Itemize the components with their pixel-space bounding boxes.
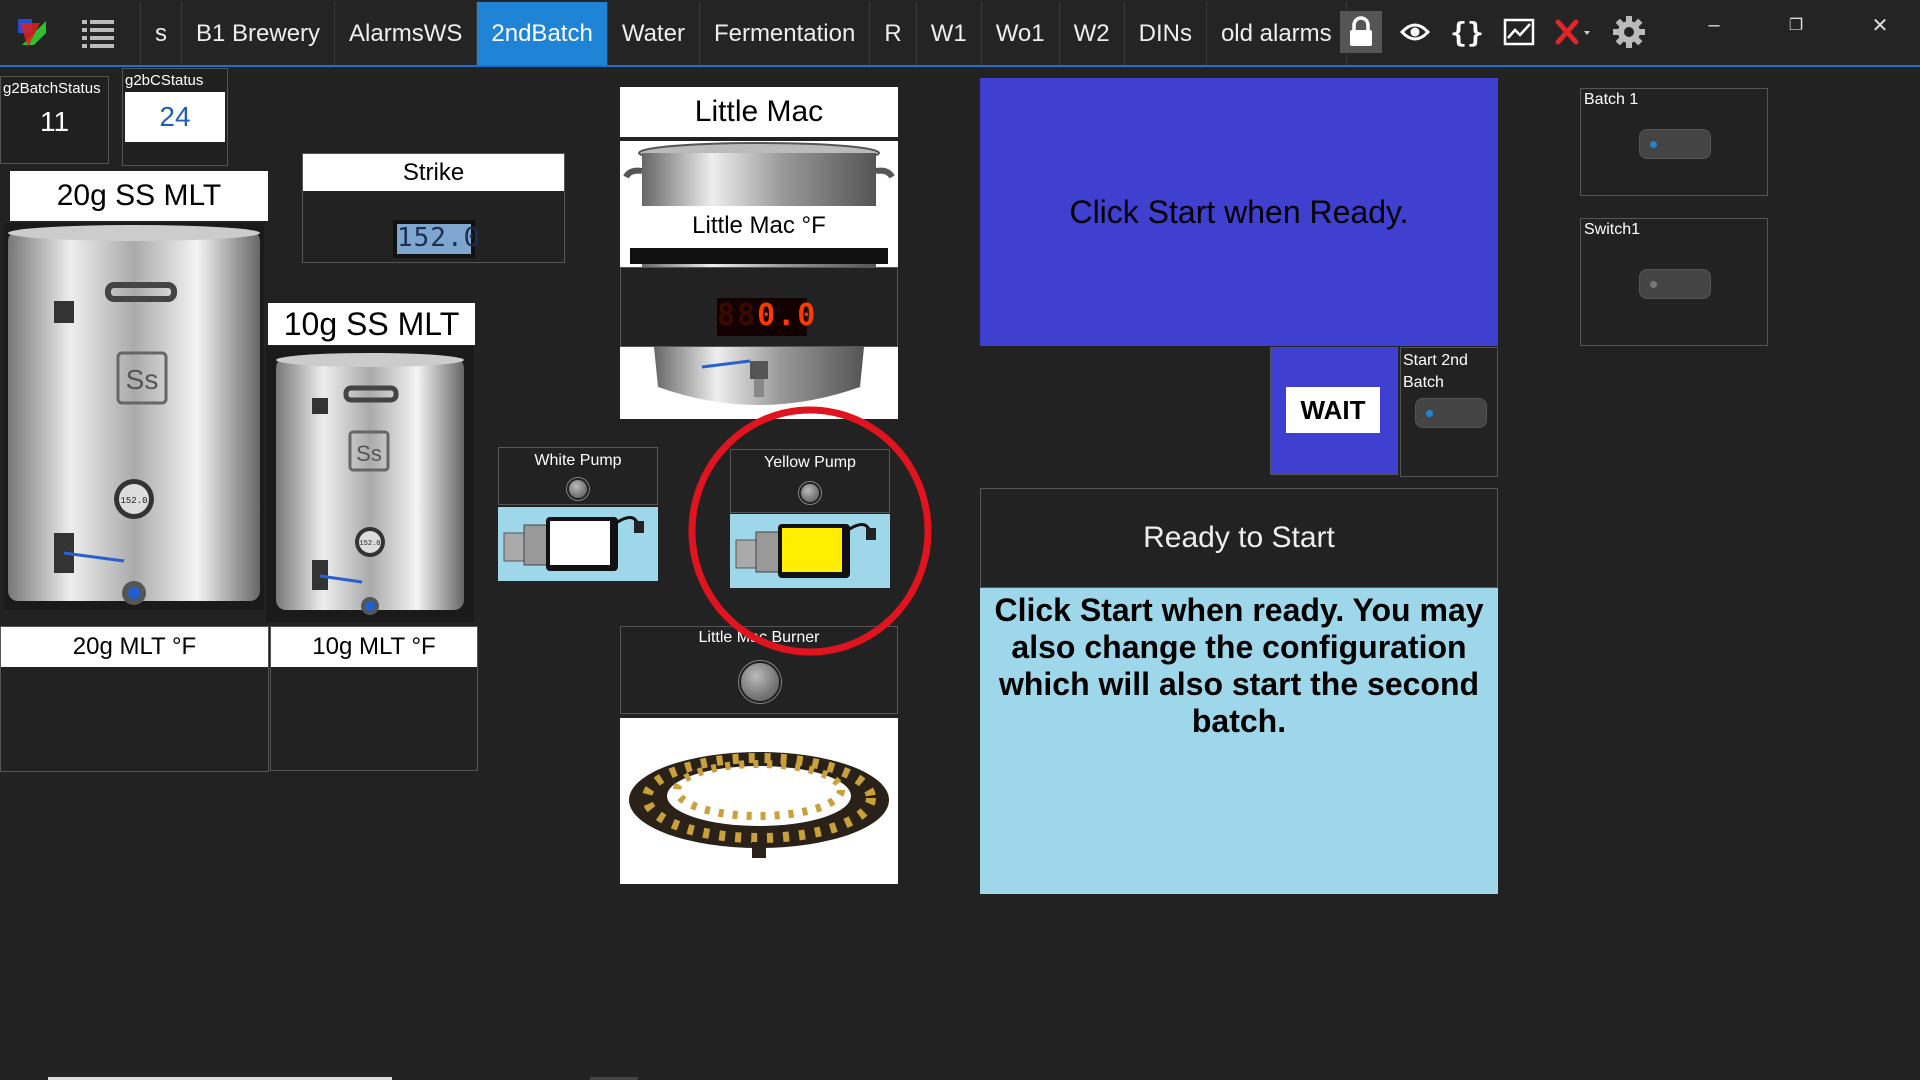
- ready-to-start-text: Ready to Start: [1143, 521, 1335, 554]
- tab-dins[interactable]: DINs: [1125, 2, 1207, 65]
- start-2nd-batch-toggle-dot: [1426, 410, 1433, 417]
- little-mac-temp-card: 880.0: [620, 267, 898, 347]
- mlt20-title: 20g SS MLT: [10, 171, 268, 221]
- burner-indicator[interactable]: [739, 661, 781, 703]
- ready-to-start-header: Ready to Start: [980, 488, 1498, 588]
- braces-icon: {}: [1450, 15, 1484, 49]
- switch1-toggle-dot: [1650, 281, 1657, 288]
- tab-wo1[interactable]: Wo1: [982, 2, 1060, 65]
- close-window-button[interactable]: ✕: [1860, 10, 1900, 40]
- top-bar: s B1 Brewery AlarmsWS 2ndBatch Water Fer…: [0, 0, 1920, 67]
- script-button[interactable]: {}: [1448, 13, 1486, 51]
- gear-icon: [1613, 16, 1645, 48]
- g2batch-status-label: g2BatchStatus: [3, 80, 101, 97]
- strike-display: 152.0: [393, 220, 479, 258]
- tab-s[interactable]: s: [140, 2, 182, 65]
- burner-image: [620, 718, 898, 884]
- ready-banner: Click Start when Ready.: [980, 78, 1498, 346]
- minimize-button[interactable]: –: [1694, 10, 1734, 40]
- switch1-toggle[interactable]: [1639, 269, 1711, 299]
- batch1-card: Batch 1: [1580, 88, 1768, 196]
- toolbar: {}: [1340, 11, 1648, 53]
- little-mac-temp-label: Little Mac °F: [630, 206, 888, 264]
- white-pump-icon: [503, 516, 644, 571]
- g2batch-status-box: g2BatchStatus 11: [0, 76, 109, 164]
- tab-b1-brewery[interactable]: B1 Brewery: [182, 2, 336, 65]
- strike-card: Strike 152.0: [302, 153, 565, 263]
- trend-chart-icon: [1503, 18, 1535, 46]
- mlt20-temp-label: 20g MLT °F: [1, 627, 268, 667]
- lock-icon: [1350, 16, 1372, 46]
- start-2nd-batch-card: Start 2nd Batch: [1400, 347, 1498, 477]
- red-x-icon: [1555, 19, 1590, 45]
- tab-old-alarms[interactable]: old alarms: [1207, 2, 1347, 65]
- tab-water[interactable]: Water: [608, 2, 700, 65]
- mlt10-badge: Ss: [356, 441, 382, 466]
- kettle-10g-icon: Ss 152.0: [266, 346, 474, 622]
- tab-alarmsws[interactable]: AlarmsWS: [335, 2, 478, 65]
- maximize-button[interactable]: ❐: [1776, 10, 1816, 40]
- little-mac-temp-value: 0.0: [757, 298, 818, 333]
- menu-list-icon[interactable]: [80, 15, 116, 51]
- switch1-label: Switch1: [1584, 221, 1641, 238]
- start-2nd-batch-label: Start 2nd Batch: [1403, 352, 1468, 391]
- white-pump-label: White Pump: [534, 452, 622, 469]
- tab-r[interactable]: R: [870, 2, 917, 65]
- ready-banner-text: Click Start when Ready.: [1069, 193, 1409, 230]
- g2bc-status-box: g2bCStatus 24: [122, 68, 228, 166]
- switch1-card: Switch1: [1580, 218, 1768, 346]
- mlt20-gauge-reading: 152.0: [120, 496, 147, 506]
- little-mac-ghost-digits: 88: [717, 298, 758, 333]
- start-2nd-batch-toggle[interactable]: [1415, 398, 1487, 428]
- settings-button[interactable]: [1610, 13, 1648, 51]
- tab-strip: s B1 Brewery AlarmsWS 2ndBatch Water Fer…: [140, 2, 1347, 65]
- g2batch-status-value: 11: [39, 106, 70, 137]
- g2bc-status-value: 24: [125, 92, 225, 142]
- batch1-toggle[interactable]: [1639, 129, 1711, 159]
- tab-2ndbatch[interactable]: 2ndBatch: [477, 2, 608, 65]
- mlt10-gauge-reading: 152.0: [359, 540, 380, 548]
- tab-fermentation[interactable]: Fermentation: [700, 2, 871, 65]
- white-pump-image[interactable]: [498, 507, 658, 581]
- mlt20-temp-card: 20g MLT °F: [0, 626, 269, 772]
- trend-button[interactable]: [1500, 13, 1538, 51]
- app-logo-icon: [16, 15, 52, 51]
- kettle-20g-icon: Ss 152.0: [4, 223, 264, 610]
- ring-burner-icon: [629, 752, 889, 858]
- tab-w2[interactable]: W2: [1060, 2, 1125, 65]
- tab-w1[interactable]: W1: [917, 2, 982, 65]
- white-pump-indicator[interactable]: [567, 478, 589, 500]
- close-dropdown-button[interactable]: [1552, 13, 1596, 51]
- wait-panel: WAIT: [1270, 347, 1398, 475]
- instruction-box: Click Start when ready. You may also cha…: [980, 588, 1498, 894]
- mlt10-temp-label: 10g MLT °F: [271, 627, 477, 667]
- batch1-label: Batch 1: [1584, 91, 1639, 108]
- mlt20-badge: Ss: [126, 364, 159, 395]
- mlt10-temp-card: 10g MLT °F: [270, 626, 478, 771]
- strike-label: Strike: [303, 154, 564, 191]
- batch1-toggle-dot: [1650, 141, 1657, 148]
- mlt20-kettle-image: Ss 152.0: [4, 223, 264, 610]
- eye-button[interactable]: [1396, 13, 1434, 51]
- mlt10-title: 10g SS MLT: [268, 303, 475, 345]
- little-mac-title: Little Mac: [620, 87, 898, 137]
- wait-button[interactable]: WAIT: [1286, 387, 1380, 433]
- mlt10-kettle-image: Ss 152.0: [266, 346, 474, 622]
- white-pump-card: White Pump: [498, 447, 658, 505]
- lock-button[interactable]: [1340, 11, 1382, 53]
- highlight-circle-annotation: [688, 406, 932, 656]
- eye-icon: [1400, 23, 1430, 41]
- g2bc-status-label: g2bCStatus: [125, 72, 204, 89]
- little-mac-temp-display: 880.0: [717, 298, 815, 336]
